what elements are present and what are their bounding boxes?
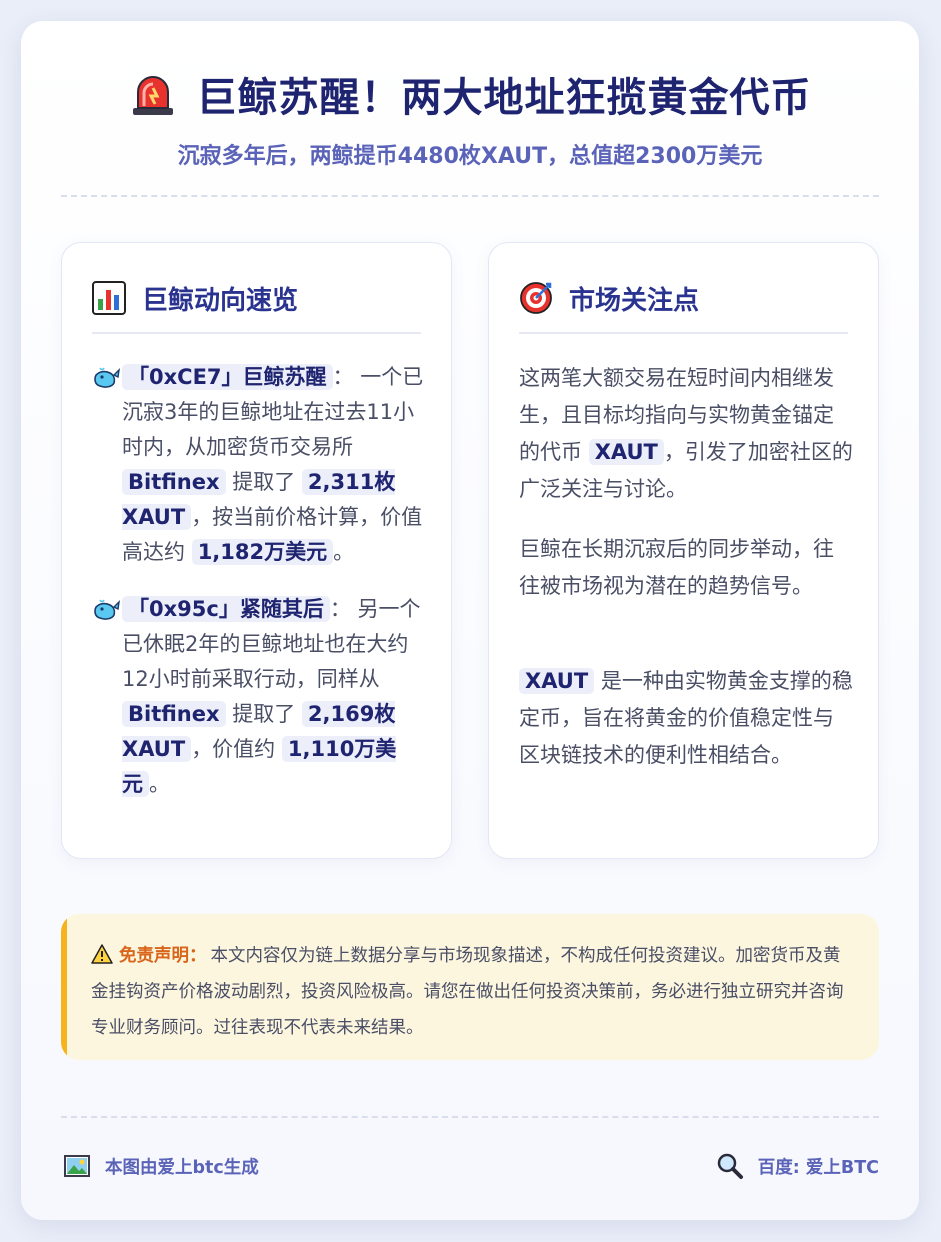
bar-chart-icon [92, 281, 126, 315]
colon: ： [332, 365, 354, 389]
target-icon [520, 282, 552, 314]
whale-icon [94, 367, 120, 388]
magnifier-icon [717, 1153, 743, 1179]
panel-title: 巨鲸动向速览 [142, 285, 299, 316]
exchange-tag: Bitfinex [122, 701, 226, 727]
whale-icon [94, 599, 120, 620]
exchange-tag: Bitfinex [122, 469, 226, 495]
item-text: 。 [333, 540, 355, 564]
disclaimer-label: 免责声明： [119, 946, 207, 966]
item-text: 提取了 [225, 470, 302, 494]
focus-paragraph-3: XAUT 是一种由实物黄金支撑的稳定币，旨在将黄金的价值稳定性与区块链技术的便利… [519, 663, 854, 774]
list-item: 「0x95c」紧随其后： 另一个已休眠2年的巨鲸地址也在大约12小时前采取行动，… [92, 592, 427, 802]
footer-search: 百度: 爱上BTC [716, 1151, 879, 1181]
footer-divider [61, 1116, 879, 1118]
header-divider [61, 195, 879, 197]
colon: ： [329, 597, 351, 621]
infographic-card: 巨鲸苏醒！两大地址狂揽黄金代币 沉寂多年后，两鲸提币4480枚XAUT，总值超2… [21, 21, 919, 1220]
page-subtitle: 沉寂多年后，两鲸提币4480枚XAUT，总值超2300万美元 [177, 144, 763, 169]
xaut-tag: XAUT [519, 668, 595, 694]
item-text: 。 [149, 772, 170, 796]
disclaimer-box: 免责声明： 本文内容仅为链上数据分享与市场现象描述，不构成任何投资建议。加密货币及… [61, 914, 879, 1060]
panel-header: 市场关注点 [519, 276, 848, 334]
list-item: 「0xCE7」巨鲸苏醒： 一个已沉寂3年的巨鲸地址在过去11小时内，从加密货币交… [92, 360, 427, 570]
focus-paragraph-1: 这两笔大额交易在短时间内相继发生，且目标均指向与实物黄金锚定的代币 XAUT ，引… [519, 360, 854, 508]
market-focus-panel: 市场关注点 这两笔大额交易在短时间内相继发生，且目标均指向与实物黄金锚定的代币 … [488, 242, 879, 859]
panel-title: 市场关注点 [569, 285, 700, 316]
item-text: 提取了 [225, 702, 302, 726]
footer-left-text: 本图由爱上btc生成 [105, 1157, 259, 1178]
whale-overview-panel: 巨鲸动向速览 「0xCE7」巨鲸苏醒： 一个已沉寂3年的巨鲸地址在过去11小时内… [61, 242, 452, 859]
warning-icon [91, 944, 113, 964]
page-title: 巨鲸苏醒！两大地址狂揽黄金代币 [196, 75, 812, 121]
value-tag: 1,182万美元 [191, 539, 334, 565]
xaut-tag: XAUT [588, 439, 664, 465]
item-text: ，价值约 [191, 737, 282, 761]
disclaimer-body: 免责声明： 本文内容仅为链上数据分享与市场现象描述，不构成任何投资建议。加密货币及… [91, 938, 857, 1046]
footer-credit: 本图由爱上btc生成 [63, 1151, 259, 1181]
panel-header: 巨鲸动向速览 [92, 276, 421, 334]
focus-paragraph-2: 巨鲸在长期沉寂后的同步举动，往往被市场视为潜在的趋势信号。 [519, 537, 834, 598]
whale-name: 「0x95c」紧随其后 [122, 596, 330, 622]
disclaimer-accent-bar [61, 914, 67, 1060]
siren-icon [132, 76, 173, 115]
whale-name: 「0xCE7」巨鲸苏醒 [122, 364, 333, 390]
footer-right-text: 百度: 爱上BTC [757, 1157, 879, 1178]
picture-icon [64, 1155, 90, 1177]
title-row: 巨鲸苏醒！两大地址狂揽黄金代币 [21, 68, 919, 121]
